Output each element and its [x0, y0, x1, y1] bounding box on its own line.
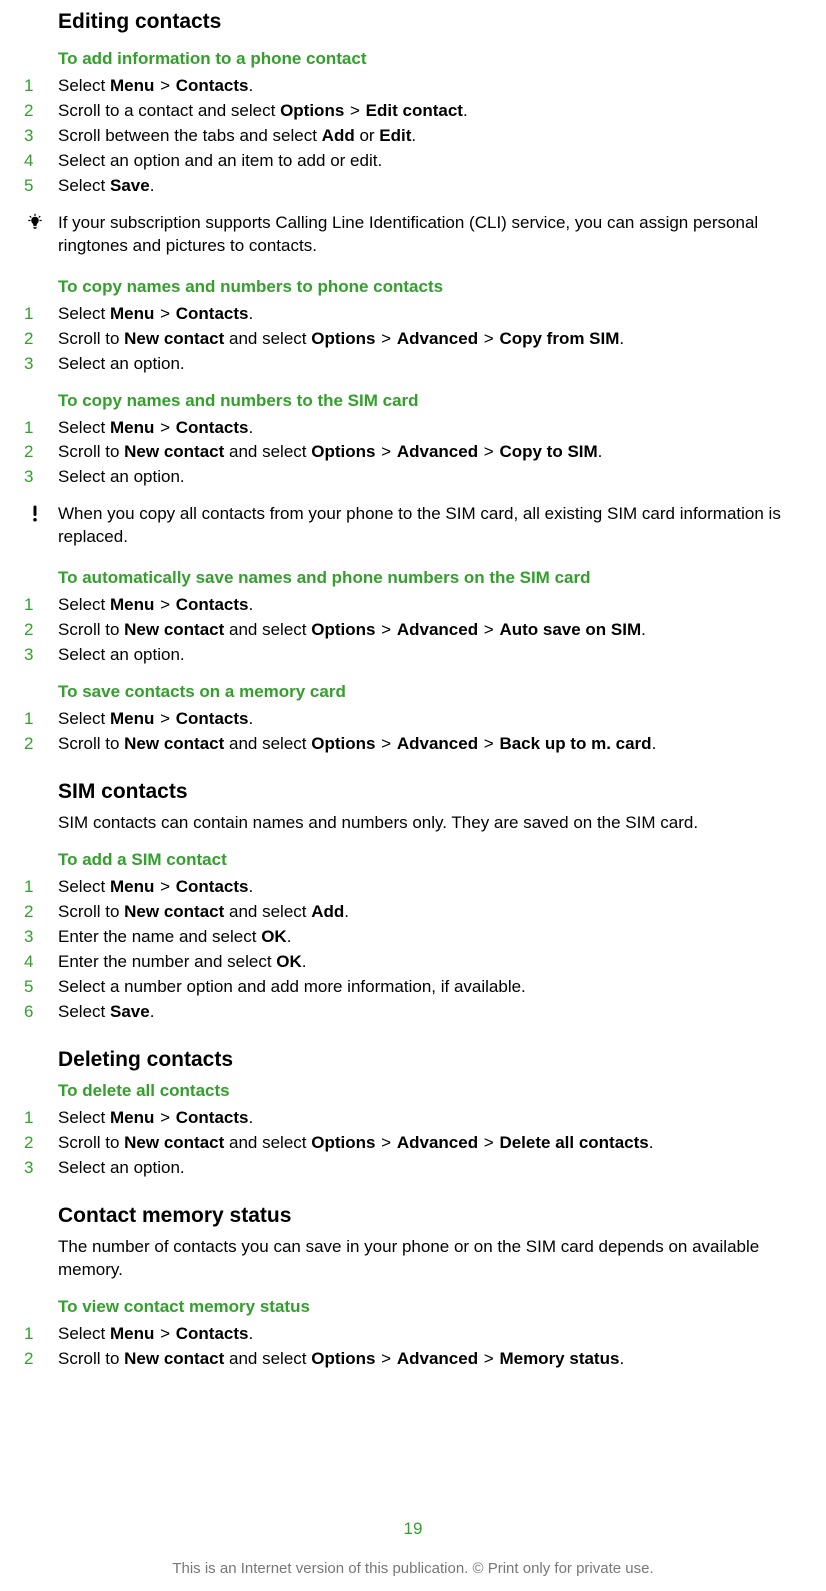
step-item: Select Menu > Contacts.	[18, 1323, 808, 1346]
step-item: Select Menu > Contacts.	[18, 876, 808, 899]
procedure-heading: To save contacts on a memory card	[58, 681, 808, 704]
step-list: Select Menu > Contacts.Scroll to New con…	[18, 1107, 808, 1180]
procedure-heading: To copy names and numbers to the SIM car…	[58, 390, 808, 413]
step-item: Scroll to New contact and select Add.	[18, 901, 808, 924]
procedure-heading: To add a SIM contact	[58, 849, 808, 872]
warning-note: When you copy all contacts from your pho…	[18, 503, 808, 549]
tip-note: If your subscription supports Calling Li…	[18, 212, 808, 258]
step-list: Select Menu > Contacts.Scroll to New con…	[18, 1323, 808, 1371]
step-item: Scroll to New contact and select Options…	[18, 1132, 808, 1155]
step-item: Select Menu > Contacts.	[18, 303, 808, 326]
note-text: When you copy all contacts from your pho…	[58, 503, 808, 549]
footer-note: This is an Internet version of this publ…	[0, 1559, 826, 1579]
step-item: Scroll to New contact and select Options…	[18, 1348, 808, 1371]
procedure-heading: To automatically save names and phone nu…	[58, 567, 808, 590]
page-footer: 19 This is an Internet version of this p…	[0, 1518, 826, 1579]
note-text: If your subscription supports Calling Li…	[58, 212, 808, 258]
section-heading: Editing contacts	[58, 8, 808, 36]
step-list: Select Menu > Contacts.Scroll to New con…	[18, 303, 808, 376]
step-list: Select Menu > Contacts.Scroll to a conta…	[18, 75, 808, 198]
step-list: Select Menu > Contacts.Scroll to New con…	[18, 876, 808, 1024]
step-item: Scroll to a contact and select Options >…	[18, 100, 808, 123]
step-item: Select Menu > Contacts.	[18, 708, 808, 731]
step-item: Select Menu > Contacts.	[18, 594, 808, 617]
step-item: Select an option.	[18, 644, 808, 667]
exclamation-icon	[26, 503, 58, 549]
procedure-heading: To delete all contacts	[58, 1080, 808, 1103]
step-list: Select Menu > Contacts.Scroll to New con…	[18, 708, 808, 756]
step-item: Select Menu > Contacts.	[18, 1107, 808, 1130]
step-item: Select a number option and add more info…	[18, 976, 808, 999]
procedure-heading: To view contact memory status	[58, 1296, 808, 1319]
step-item: Enter the name and select OK.	[18, 926, 808, 949]
step-list: Select Menu > Contacts.Scroll to New con…	[18, 417, 808, 490]
step-item: Enter the number and select OK.	[18, 951, 808, 974]
procedure-heading: To copy names and numbers to phone conta…	[58, 276, 808, 299]
step-list: Select Menu > Contacts.Scroll to New con…	[18, 594, 808, 667]
step-item: Scroll to New contact and select Options…	[18, 619, 808, 642]
section-heading: Deleting contacts	[58, 1046, 808, 1074]
step-item: Scroll to New contact and select Options…	[18, 733, 808, 756]
section-heading: Contact memory status	[58, 1202, 808, 1230]
step-item: Select Save.	[18, 1001, 808, 1024]
step-item: Scroll between the tabs and select Add o…	[18, 125, 808, 148]
section-heading: SIM contacts	[58, 778, 808, 806]
lightbulb-icon	[26, 212, 58, 258]
procedure-heading: To add information to a phone contact	[58, 48, 808, 71]
page-number: 19	[0, 1518, 826, 1541]
body-text: SIM contacts can contain names and numbe…	[58, 812, 808, 835]
step-item: Select an option and an item to add or e…	[18, 150, 808, 173]
step-item: Select Save.	[18, 175, 808, 198]
step-item: Select Menu > Contacts.	[18, 75, 808, 98]
step-item: Select an option.	[18, 1157, 808, 1180]
step-item: Scroll to New contact and select Options…	[18, 441, 808, 464]
document-content: Editing contacts To add information to a …	[0, 8, 826, 1371]
step-item: Select an option.	[18, 353, 808, 376]
body-text: The number of contacts you can save in y…	[58, 1236, 808, 1282]
step-item: Select Menu > Contacts.	[18, 417, 808, 440]
step-item: Select an option.	[18, 466, 808, 489]
step-item: Scroll to New contact and select Options…	[18, 328, 808, 351]
